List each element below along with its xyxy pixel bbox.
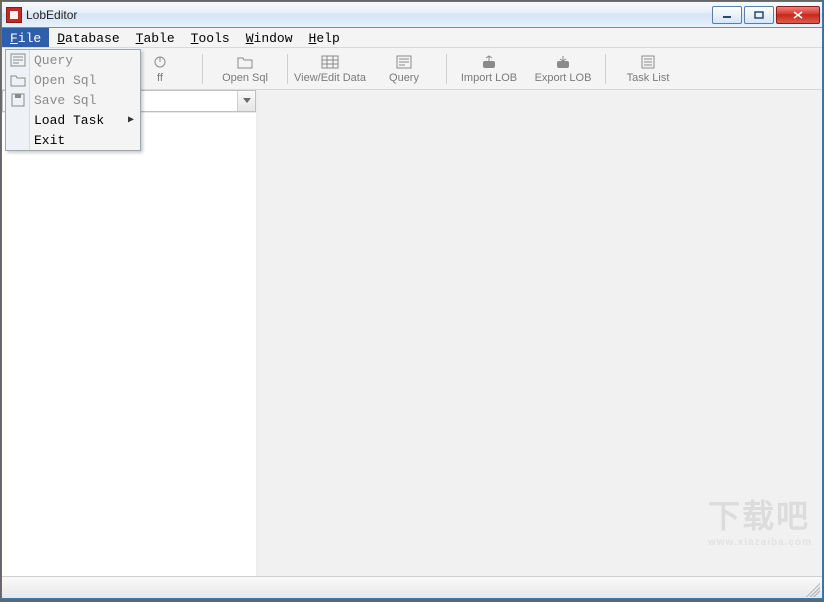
menu-table[interactable]: Table <box>128 28 183 47</box>
toolbar-label: View/Edit Data <box>294 72 366 84</box>
maximize-button[interactable] <box>744 6 774 24</box>
title-bar: LobEditor <box>2 2 822 28</box>
close-icon <box>793 11 803 19</box>
app-icon <box>6 7 22 23</box>
dropdown-item-label: Open Sql <box>34 73 96 88</box>
toolbar-separator <box>287 54 288 84</box>
toolbar-query[interactable]: Query <box>368 49 440 89</box>
status-bar <box>2 576 822 598</box>
toolbar-label: Task List <box>627 72 670 84</box>
window-controls <box>712 6 822 24</box>
toolbar-task-list[interactable]: Task List <box>612 49 684 89</box>
export-icon <box>553 53 573 71</box>
query-icon <box>394 53 414 71</box>
toolbar-separator <box>202 54 203 84</box>
minimize-button[interactable] <box>712 6 742 24</box>
watermark-sub: www.xiazaiba.com <box>708 537 812 548</box>
dropdown-item-label: Query <box>34 53 73 68</box>
toolbar-view-edit[interactable]: View/Edit Data <box>294 49 366 89</box>
menu-tools[interactable]: Tools <box>183 28 238 47</box>
toolbar-import-lob[interactable]: Import LOB <box>453 49 525 89</box>
logoff-icon <box>150 53 170 71</box>
close-button[interactable] <box>776 6 820 24</box>
toolbar-separator <box>605 54 606 84</box>
combo-dropdown-button[interactable] <box>237 91 255 111</box>
toolbar-label: Open Sql <box>222 72 268 84</box>
window-title: LobEditor <box>26 8 77 22</box>
maximize-icon <box>754 11 764 19</box>
menu-help[interactable]: Help <box>301 28 348 47</box>
menu-database[interactable]: Database <box>49 28 127 47</box>
left-panel-body <box>2 112 256 576</box>
file-menu-dropdown: Query Open Sql Save Sql Load Task ▶ Exit <box>5 49 141 151</box>
dropdown-item-label: Save Sql <box>34 93 96 108</box>
query-icon <box>10 52 26 68</box>
file-menu-save-sql[interactable]: Save Sql <box>6 90 140 110</box>
tasklist-icon <box>638 53 658 71</box>
menu-bar: FileDatabaseTableToolsWindowHelp <box>2 28 822 48</box>
file-menu-exit[interactable]: Exit <box>6 130 140 150</box>
toolbar-export-lob[interactable]: Export LOB <box>527 49 599 89</box>
resize-grip[interactable] <box>802 579 820 597</box>
toolbar-separator <box>446 54 447 84</box>
save-icon <box>10 92 26 108</box>
toolbar-label: ff <box>157 72 163 84</box>
dropdown-item-label: Load Task <box>34 113 104 128</box>
toolbar-label: Export LOB <box>535 72 592 84</box>
app-window: LobEditor FileDatabaseTableToolsWindowHe… <box>1 1 823 599</box>
left-panel <box>2 90 259 576</box>
toolbar-label: Query <box>389 72 419 84</box>
chevron-down-icon <box>243 98 251 104</box>
table-icon <box>320 53 340 71</box>
import-icon <box>479 53 499 71</box>
submenu-arrow-icon: ▶ <box>128 114 134 126</box>
menu-window[interactable]: Window <box>238 28 301 47</box>
file-menu-open-sql[interactable]: Open Sql <box>6 70 140 90</box>
dropdown-item-label: Exit <box>34 133 65 148</box>
file-menu-load-task[interactable]: Load Task ▶ <box>6 110 140 130</box>
watermark: 下载吧 www.xiazaiba.com <box>708 491 812 548</box>
open-icon <box>10 72 26 88</box>
toolbar-label: Import LOB <box>461 72 517 84</box>
content-area: 下载吧 www.xiazaiba.com <box>2 90 822 576</box>
file-menu-query[interactable]: Query <box>6 50 140 70</box>
watermark-main: 下载吧 <box>708 498 810 534</box>
menu-file[interactable]: File <box>2 28 49 47</box>
toolbar-open-sql[interactable]: Open Sql <box>209 49 281 89</box>
minimize-icon <box>722 11 732 19</box>
open-icon <box>235 53 255 71</box>
